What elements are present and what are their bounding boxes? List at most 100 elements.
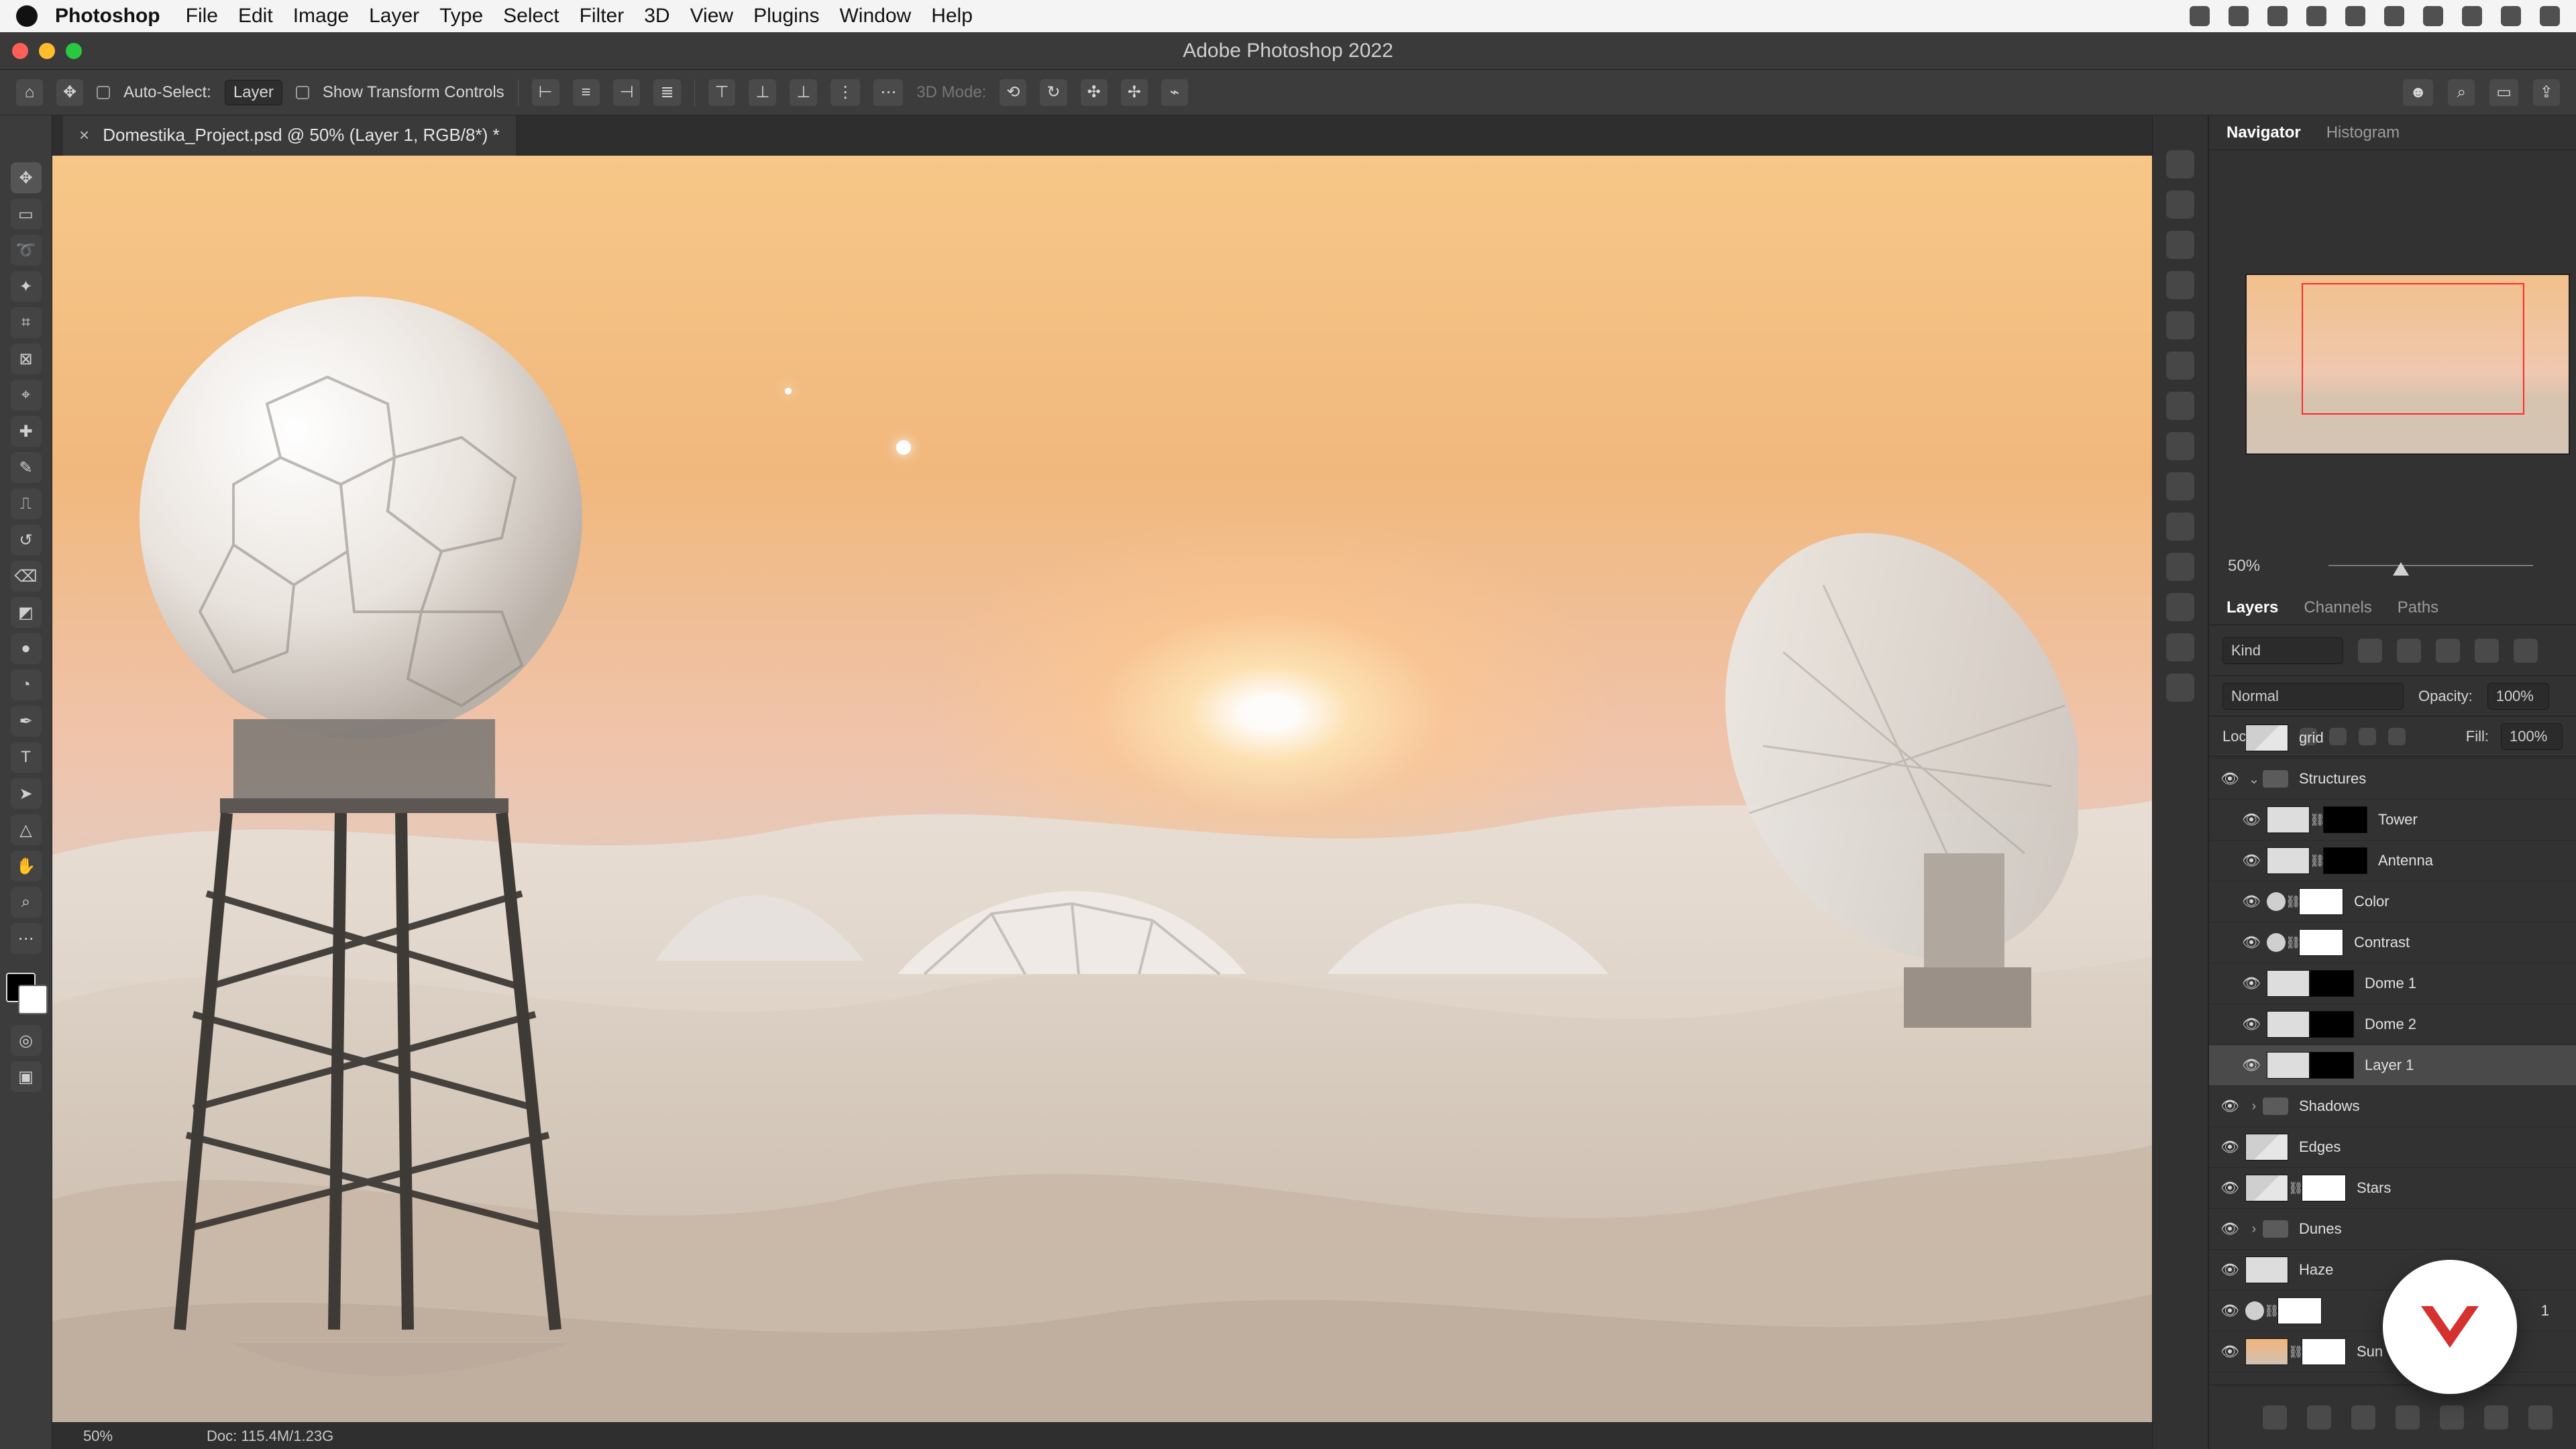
new-group-icon[interactable] [2440,1405,2464,1430]
healing-brush-tool-icon[interactable]: ✚ [10,416,42,447]
link-layers-icon[interactable] [2263,1405,2287,1430]
filter-smart-object-icon[interactable] [2514,638,2538,663]
layer-thumbnail[interactable] [2267,1052,2310,1079]
type-tool-icon[interactable]: T [10,742,42,773]
layer-row-dome-2[interactable]: 👁 Dome 2 [2209,1004,2576,1045]
tab-navigator[interactable]: Navigator [2226,123,2301,142]
eraser-tool-icon[interactable]: ⌫ [10,561,42,592]
layer-visibility-icon[interactable]: 👁 [2214,1261,2245,1279]
layer-row-haze[interactable]: 👁 Haze [2209,1250,2576,1291]
notification-icon[interactable] [2540,6,2560,26]
navigator-zoom-value[interactable]: 50% [2228,557,2260,576]
gradient-tool-icon[interactable]: ◩ [10,597,42,628]
history-brush-tool-icon[interactable]: ↺ [10,525,42,555]
mask-link-icon[interactable]: ⛓ [2264,1304,2279,1318]
layer-visibility-icon[interactable]: 👁 [2214,1097,2245,1115]
3d-pan-icon[interactable]: ✣ [1080,78,1108,106]
align-top-icon[interactable]: ⊤ [708,78,736,106]
clone-source-icon[interactable] [2166,311,2194,339]
show-transform-controls-checkbox[interactable] [295,85,309,99]
layer-thumbnail[interactable] [2245,1338,2288,1365]
layer-mask-thumbnail[interactable] [2277,1297,2322,1324]
layer-visibility-icon[interactable]: 👁 [2236,893,2267,910]
layer-row-stars[interactable]: 👁 ⛓ Stars [2209,1168,2576,1209]
tab-channels[interactable]: Channels [2304,598,2371,617]
layer-visibility-icon[interactable]: 👁 [2214,1343,2245,1360]
distribute-icon[interactable]: ≣ [653,78,681,106]
menu-window[interactable]: Window [839,5,911,28]
creative-cloud-icon[interactable] [2190,6,2210,26]
tools-panel-icon[interactable] [2166,432,2194,460]
layer-mask-thumbnail[interactable] [2323,847,2367,874]
close-window-button[interactable] [12,42,28,59]
layer-thumbnail[interactable] [2245,1175,2288,1201]
pen-tool-icon[interactable]: ✒ [10,706,42,737]
layer-thumbnail[interactable] [2245,1256,2288,1283]
mask-link-icon[interactable]: ⛓ [2310,854,2325,868]
navigator-zoom-knob[interactable] [2392,562,2409,576]
apple-icon[interactable] [16,5,38,27]
align-middle-icon[interactable]: ⊥ [749,78,777,106]
layer-row-structures[interactable]: 👁 ⌄ Structures [2209,759,2576,800]
layer-mask-thumbnail[interactable] [2299,888,2343,915]
close-tab-icon[interactable]: × [79,125,89,146]
layer-kind-filter[interactable]: Kind [2222,637,2343,664]
group-disclosure-icon[interactable]: › [2245,1222,2263,1237]
menu-filter[interactable]: Filter [580,5,625,28]
comments-panel-icon[interactable] [2166,674,2194,702]
siri-icon[interactable] [2501,6,2521,26]
menu-edit[interactable]: Edit [238,5,273,28]
layer-row-dunes[interactable]: 👁 › Dunes [2209,1209,2576,1250]
layer-row-color[interactable]: 👁 ⛓ Color [2209,881,2576,922]
menu-plugins[interactable]: Plugins [753,5,819,28]
layer-row-antenna[interactable]: 👁 ⛓ Antenna [2209,841,2576,881]
tab-paths[interactable]: Paths [2398,598,2438,617]
group-disclosure-icon[interactable]: › [2245,1099,2263,1114]
properties-panel-icon[interactable] [2166,472,2194,500]
adjustment-layer-icon[interactable] [2267,933,2286,952]
group-disclosure-icon[interactable]: ⌄ [2245,771,2263,788]
artwork-canvas[interactable] [52,156,2152,1422]
menu-layer[interactable]: Layer [369,5,419,28]
path-selection-tool-icon[interactable]: ➤ [10,778,42,809]
new-adjustment-icon[interactable] [2396,1405,2420,1430]
layer-row-dome-1[interactable]: 👁 Dome 1 [2209,963,2576,1004]
3d-orbit-icon[interactable]: ⟲ [1000,78,1027,106]
layer-mask-thumbnail[interactable] [2302,1338,2346,1365]
blur-tool-icon[interactable]: ● [10,633,42,664]
distribute-vertical-icon[interactable]: ⋮ [830,78,861,106]
mask-link-icon[interactable]: ⛓ [2286,936,2301,950]
auto-select-dropdown[interactable]: Layer [224,79,282,105]
menu-select[interactable]: Select [503,5,559,28]
paragraph-panel-icon[interactable] [2166,392,2194,420]
layer-thumbnail[interactable] [2267,806,2310,833]
new-layer-icon[interactable] [2484,1405,2508,1430]
layer-mask-thumbnail[interactable] [2323,806,2367,833]
layer-visibility-icon[interactable]: 👁 [2236,1016,2267,1033]
history-panel-icon[interactable] [2166,150,2194,178]
menu-help[interactable]: Help [931,5,973,28]
trash-icon[interactable] [2528,1405,2553,1430]
more-options-icon[interactable]: ⋯ [873,78,904,106]
layer-visibility-icon[interactable]: 👁 [2214,1302,2245,1320]
canvas-area[interactable] [52,156,2152,1422]
move-tool-options-button[interactable]: ✥ [56,78,84,106]
layer-visibility-icon[interactable]: 👁 [2236,934,2267,951]
layer-visibility-icon[interactable]: 👁 [2236,975,2267,992]
mask-link-icon[interactable]: ⛓ [2310,813,2325,827]
hand-tool-icon[interactable]: ✋ [10,851,42,881]
layer-thumbnail[interactable] [2245,1134,2288,1161]
zoom-tool-icon[interactable]: ⌕ [10,887,42,918]
lasso-tool-icon[interactable]: ➰ [10,235,42,266]
layer-row-shadows[interactable]: 👁 › Shadows [2209,1086,2576,1127]
menu-3d[interactable]: 3D [644,5,669,28]
screen-mode-icon[interactable]: ▣ [10,1061,42,1092]
filter-type-icon[interactable] [2436,638,2460,663]
align-center-icon[interactable]: ≡ [572,78,600,106]
blend-mode-dropdown[interactable]: Normal [2222,682,2404,710]
control-center-icon[interactable] [2462,6,2482,26]
display-icon[interactable] [2267,6,2288,26]
dodge-tool-icon[interactable]: ◔ [10,669,42,700]
adjustments-icon[interactable] [2166,271,2194,299]
shape-tool-icon[interactable]: △ [10,814,42,845]
